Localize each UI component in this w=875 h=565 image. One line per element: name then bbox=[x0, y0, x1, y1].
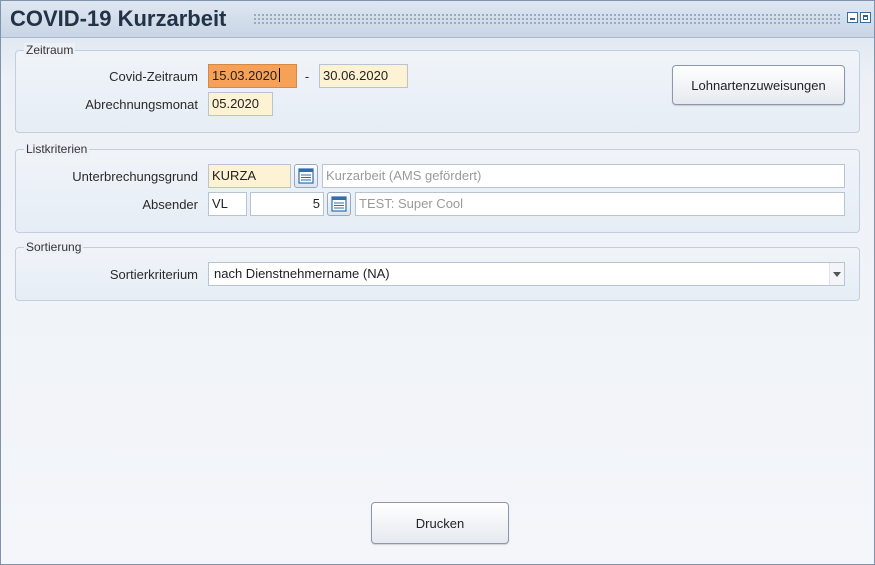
lohnartenzuweisungen-button[interactable]: Lohnartenzuweisungen bbox=[672, 65, 845, 105]
unterbrechungsgrund-label: Unterbrechungsgrund bbox=[72, 169, 198, 184]
calendar-list-icon bbox=[331, 196, 347, 212]
minimize-icon[interactable] bbox=[847, 12, 858, 23]
abrechnungsmonat-input[interactable]: 05.2020 bbox=[208, 92, 273, 116]
absender-description: TEST: Super Cool bbox=[355, 192, 845, 216]
listkriterien-group: Listkriterien bbox=[15, 142, 860, 233]
zeitraum-legend: Zeitraum bbox=[24, 43, 76, 57]
covid-to-date-input[interactable]: 30.06.2020 bbox=[319, 64, 408, 88]
app-window: COVID-19 Kurzarbeit Zeitraum Covid-Zeitr… bbox=[0, 0, 875, 565]
chevron-down-icon[interactable] bbox=[829, 263, 844, 285]
sortierkriterium-select[interactable]: nach Dienstnehmername (NA) bbox=[208, 262, 845, 286]
absender-number-input[interactable]: 5 bbox=[250, 192, 324, 216]
covid-from-date-value: 15.03.2020 bbox=[212, 68, 278, 83]
abrechnungsmonat-label: Abrechnungsmonat bbox=[85, 97, 198, 112]
listkriterien-legend: Listkriterien bbox=[24, 142, 90, 156]
window-title: COVID-19 Kurzarbeit bbox=[10, 6, 227, 31]
unterbrechungsgrund-code-input[interactable]: KURZA bbox=[208, 164, 291, 188]
drucken-button[interactable]: Drucken bbox=[371, 502, 509, 544]
maximize-icon[interactable] bbox=[860, 12, 871, 23]
date-range-separator: - bbox=[304, 69, 310, 84]
sortierung-legend: Sortierung bbox=[24, 240, 84, 254]
absender-lookup-button[interactable] bbox=[327, 192, 351, 216]
absender-code-input[interactable]: VL bbox=[208, 192, 247, 216]
covid-zeitraum-label: Covid-Zeitraum bbox=[109, 69, 198, 84]
unterbrechungsgrund-lookup-button[interactable] bbox=[294, 164, 318, 188]
sortierkriterium-value: nach Dienstnehmername (NA) bbox=[214, 266, 390, 281]
title-grip-pattern bbox=[253, 13, 840, 25]
covid-from-date-input[interactable]: 15.03.2020 bbox=[208, 64, 297, 88]
sortierkriterium-label: Sortierkriterium bbox=[109, 267, 198, 282]
unterbrechungsgrund-description: Kurzarbeit (AMS gefördert) bbox=[322, 164, 845, 188]
absender-label: Absender bbox=[142, 197, 198, 212]
calendar-list-icon bbox=[298, 168, 314, 184]
text-caret bbox=[279, 68, 281, 82]
title-bar[interactable]: COVID-19 Kurzarbeit bbox=[1, 1, 874, 38]
